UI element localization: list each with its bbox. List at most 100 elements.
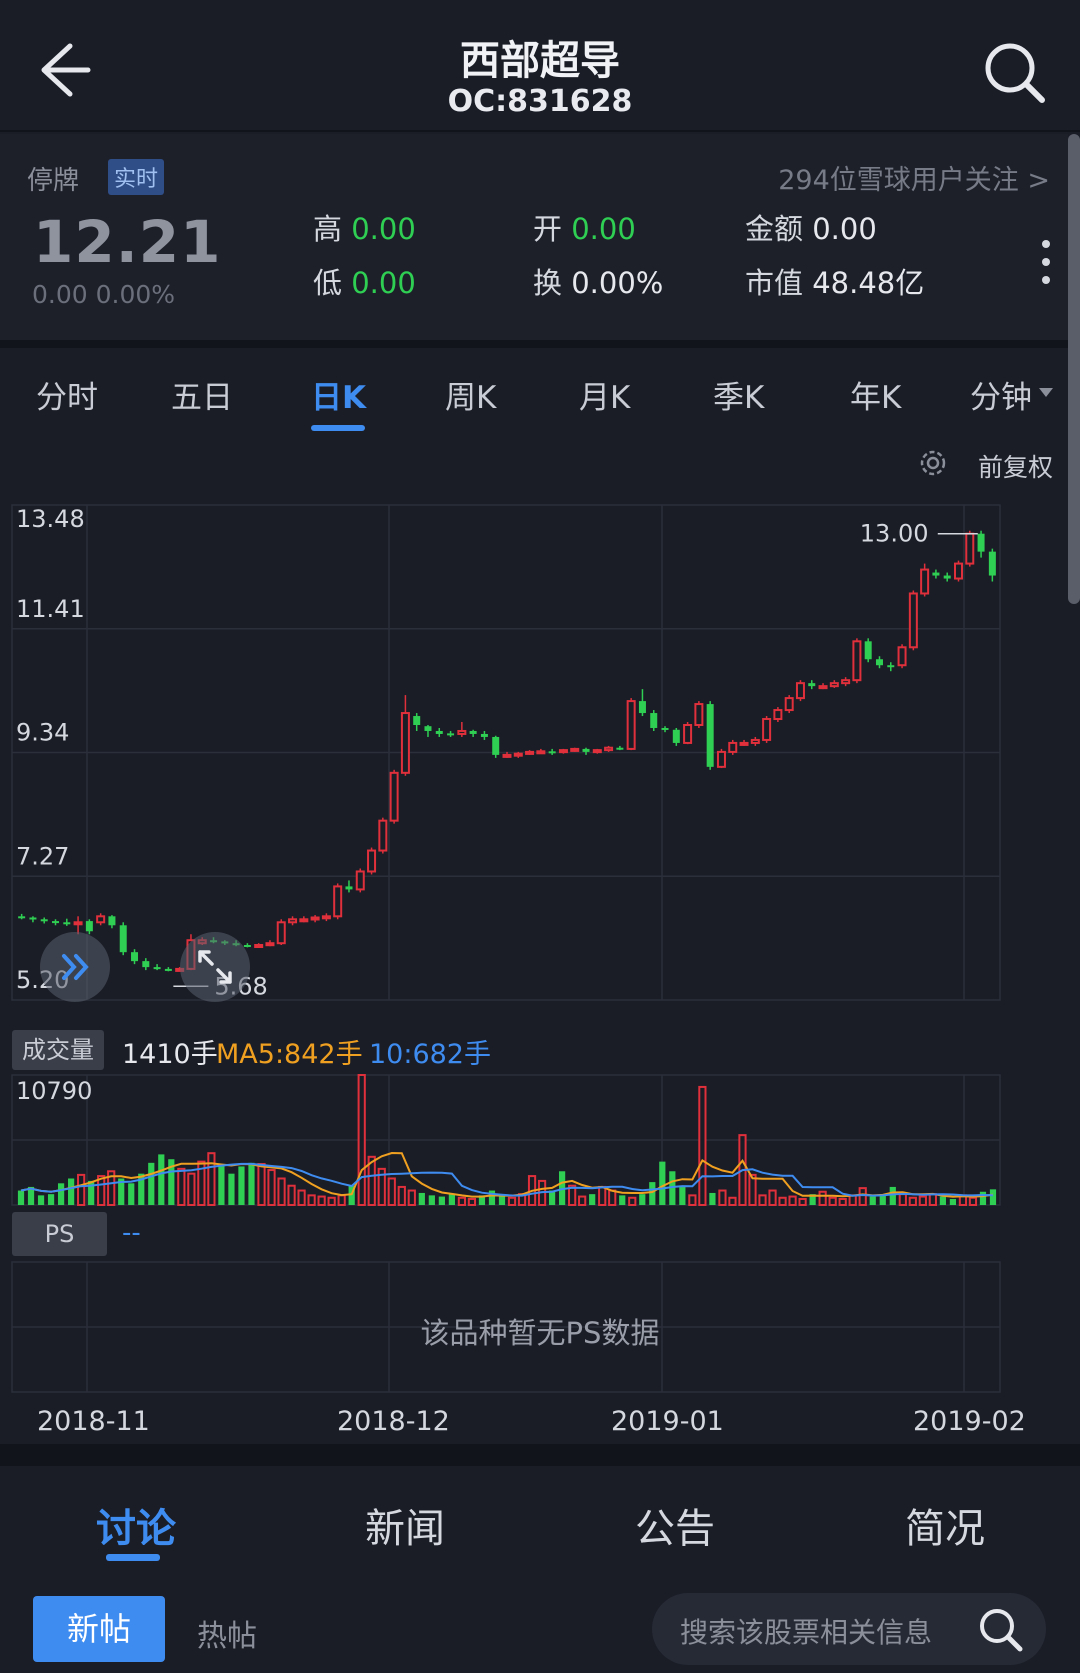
candle xyxy=(616,747,624,750)
kline-chart[interactable]: 13.4811.419.347.275.2013.005.6810790 xyxy=(0,480,1068,1420)
candle xyxy=(908,592,918,649)
volume-bar xyxy=(357,1074,366,1206)
candle xyxy=(85,921,93,932)
search-input[interactable]: 搜索该股票相关信息 xyxy=(680,1611,932,1651)
volume-bar xyxy=(257,1163,266,1206)
tab-yearly-k[interactable]: 年K xyxy=(850,372,901,417)
volume-bar xyxy=(928,1193,937,1206)
volume-bar xyxy=(238,1166,245,1205)
tab-news[interactable]: 新闻 xyxy=(365,1496,445,1554)
candle xyxy=(119,925,127,953)
volume-bar xyxy=(327,1196,336,1206)
amount-field: 金额 0.00 xyxy=(745,212,877,246)
candle xyxy=(887,665,895,668)
tab-profile[interactable]: 简况 xyxy=(905,1496,985,1554)
chevron-down-icon[interactable] xyxy=(1038,386,1054,398)
volume-axis-label: 10790 xyxy=(16,1077,92,1105)
volume-bar xyxy=(317,1195,326,1207)
tab-daily-k[interactable]: 日K xyxy=(311,372,366,417)
volume-bar xyxy=(498,1195,506,1205)
volume-bar xyxy=(898,1193,907,1206)
candle xyxy=(108,916,116,926)
scrollbar[interactable] xyxy=(1068,134,1080,604)
fullscreen-icon xyxy=(198,950,232,984)
volume-bar xyxy=(297,1189,306,1207)
candle xyxy=(897,646,907,667)
candle xyxy=(345,886,353,890)
price-adjust-toggle[interactable]: 前复权 xyxy=(978,448,1053,484)
volume-bar xyxy=(869,1196,876,1205)
tab-intraday[interactable]: 分时 xyxy=(36,372,98,417)
candle xyxy=(965,532,975,565)
volume-bar xyxy=(128,1183,135,1205)
ps-value: -- xyxy=(122,1218,141,1248)
ps-empty-message: 该品种暂无PS数据 xyxy=(420,1316,660,1350)
volume-bar xyxy=(619,1195,626,1205)
candle xyxy=(447,733,455,736)
volume-bar xyxy=(768,1189,777,1207)
search-icon[interactable] xyxy=(980,38,1048,106)
candle xyxy=(355,870,365,891)
hot-posts-button[interactable]: 热帖 xyxy=(197,1611,257,1655)
candle xyxy=(164,968,172,971)
volume-bar xyxy=(68,1178,75,1205)
volume-bar xyxy=(608,1189,617,1207)
volume-bar xyxy=(889,1186,896,1205)
ps-tag[interactable]: PS xyxy=(12,1212,107,1256)
new-posts-button[interactable]: 新帖 xyxy=(33,1596,165,1662)
volume-bar xyxy=(828,1196,837,1206)
volume-bar xyxy=(47,1194,55,1205)
volume-bar xyxy=(778,1196,787,1206)
more-vertical-icon[interactable] xyxy=(1040,238,1052,286)
volume-bar xyxy=(798,1197,807,1206)
candle xyxy=(638,701,646,714)
tab-monthly-k[interactable]: 月K xyxy=(579,372,630,417)
volume-bar xyxy=(218,1165,225,1205)
volume-bar xyxy=(979,1191,987,1205)
volume-bar xyxy=(848,1194,857,1207)
volume-bar xyxy=(788,1195,797,1207)
volume-tag[interactable]: 成交量 xyxy=(12,1030,104,1070)
open-field: 开 0.00 xyxy=(533,212,636,246)
tab-minute[interactable]: 分钟 xyxy=(970,372,1032,417)
candle xyxy=(841,679,851,685)
tab-weekly-k[interactable]: 周K xyxy=(445,372,496,417)
search-icon[interactable] xyxy=(976,1605,1024,1653)
volume-value: 1410手 xyxy=(122,1039,218,1070)
stock-search-box[interactable]: 搜索该股票相关信息 xyxy=(652,1593,1046,1665)
expand-left-button[interactable] xyxy=(40,932,110,1002)
volume-bar xyxy=(397,1185,406,1207)
volume-bar xyxy=(248,1162,255,1205)
tab-discussion[interactable]: 讨论 xyxy=(96,1496,176,1554)
low-field: 低 0.00 xyxy=(313,266,416,300)
candle xyxy=(592,749,602,754)
candle xyxy=(480,733,488,737)
candle xyxy=(953,562,963,580)
volume-bar xyxy=(448,1194,455,1205)
price-axis-label: 11.41 xyxy=(16,595,85,623)
candle xyxy=(333,885,343,918)
candle xyxy=(988,551,996,576)
double-chevron-right-icon xyxy=(62,954,89,980)
volume-bar xyxy=(818,1190,827,1207)
tab-quarterly-k[interactable]: 季K xyxy=(713,372,764,417)
candle xyxy=(299,918,309,923)
turnover-field: 换 0.00% xyxy=(533,266,664,300)
volume-bar xyxy=(148,1162,155,1205)
tab-announcements[interactable]: 公告 xyxy=(635,1496,715,1554)
candle xyxy=(582,748,590,752)
volume-bar xyxy=(879,1195,886,1205)
volume-bar xyxy=(407,1189,416,1207)
followers-link[interactable]: 294位雪球用户关注 > xyxy=(778,158,1050,197)
volume-bar xyxy=(718,1189,727,1207)
volume-bar xyxy=(507,1196,517,1206)
gear-icon[interactable] xyxy=(916,446,950,480)
candle xyxy=(321,915,331,920)
fullscreen-button[interactable] xyxy=(180,932,250,1002)
volume-bar xyxy=(698,1085,707,1207)
tab-five-day[interactable]: 五日 xyxy=(171,372,233,417)
candle xyxy=(661,727,669,730)
volume-bar xyxy=(709,1192,716,1205)
volume-bar xyxy=(418,1192,425,1205)
candle xyxy=(558,749,568,754)
